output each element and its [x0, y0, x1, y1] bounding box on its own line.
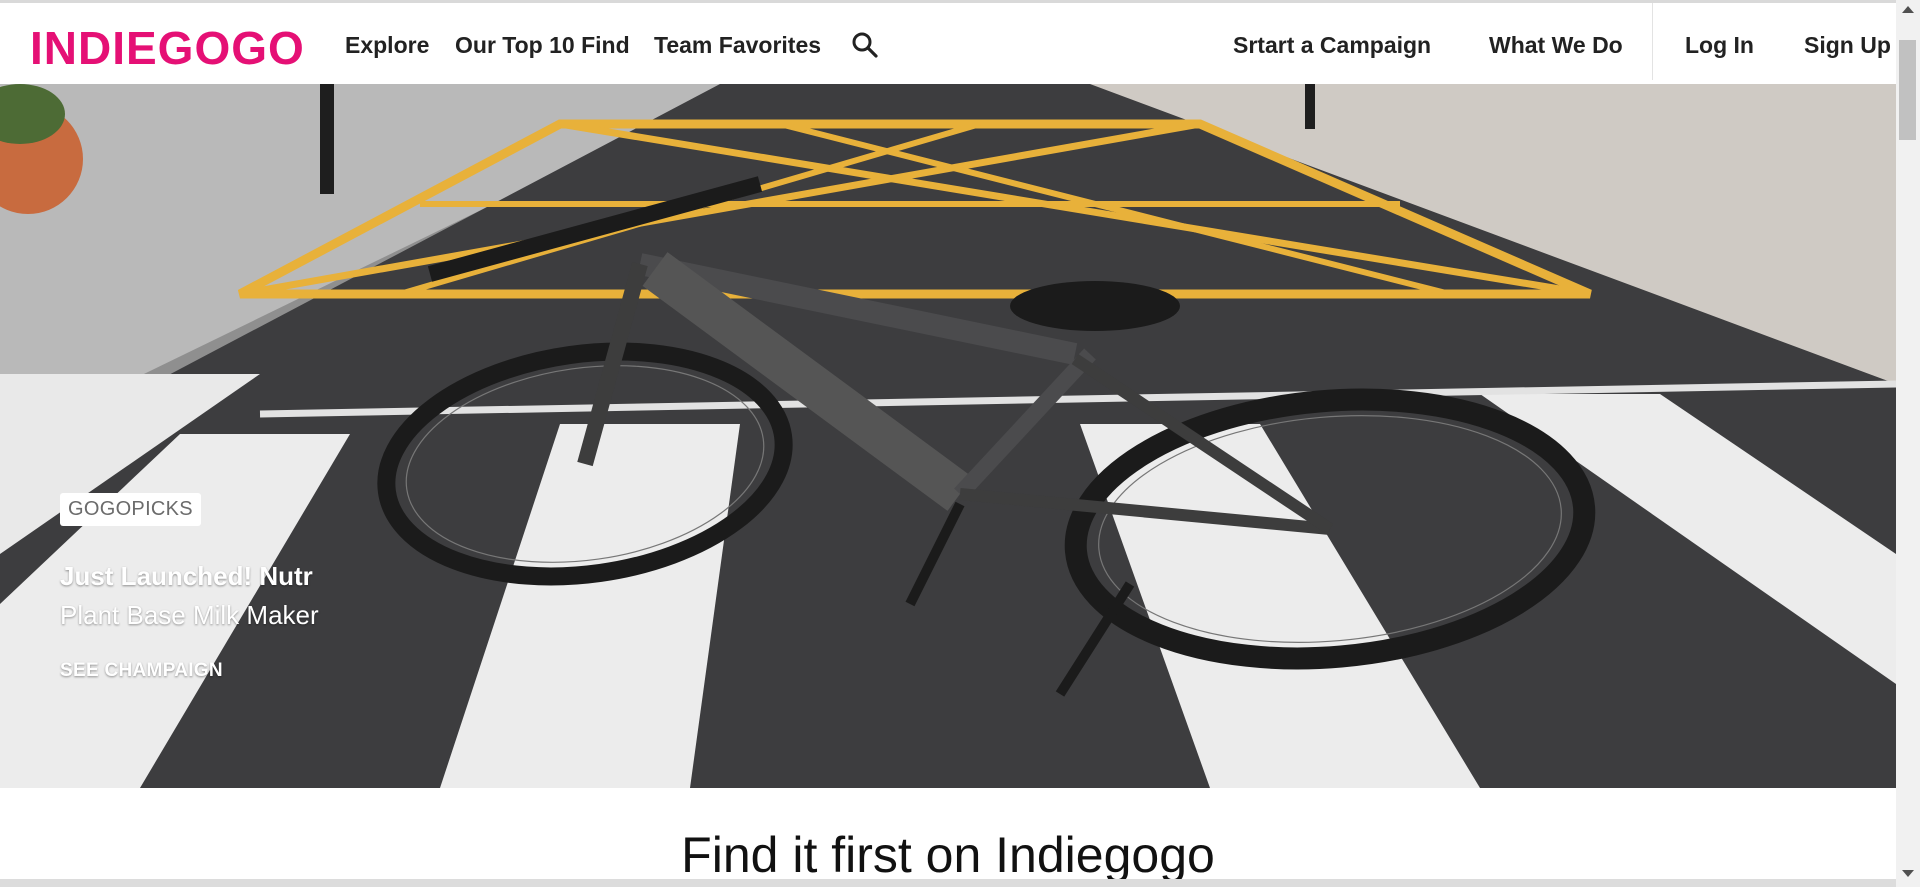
nav-sign-up[interactable]: Sign Up: [1804, 32, 1891, 59]
nav-explore[interactable]: Explore: [345, 32, 429, 59]
section-heading: Find it first on Indiegogo: [681, 827, 1215, 883]
gogopicks-badge: GOGOPICKS: [60, 493, 201, 526]
scroll-down-arrow-icon[interactable]: [1902, 870, 1914, 877]
see-campaign-link[interactable]: SEE CHAMPAIGN: [60, 660, 223, 682]
search-icon[interactable]: [851, 31, 879, 59]
hero-subtitle: Plant Base Milk Maker: [60, 600, 319, 630]
nav-log-in[interactable]: Log In: [1685, 32, 1754, 59]
site-header: INDIEGOGO Explore Our Top 10 Find Team F…: [0, 3, 1896, 85]
nav-start-campaign[interactable]: Srtart a Campaign: [1233, 32, 1431, 59]
nav-what-we-do[interactable]: What We Do: [1489, 32, 1623, 59]
hero-banner[interactable]: GOGOPICKS Just Launched! Nutr Plant Base…: [0, 84, 1896, 788]
scroll-up-arrow-icon[interactable]: [1902, 6, 1914, 13]
hero-image: [0, 84, 1896, 788]
nav-top10[interactable]: Our Top 10 Find: [455, 32, 630, 59]
scrollbar-thumb[interactable]: [1899, 40, 1916, 140]
hero-title: Just Launched! Nutr: [60, 561, 313, 591]
indiegogo-logo[interactable]: INDIEGOGO: [30, 21, 305, 75]
nav-divider: [1652, 3, 1653, 80]
nav-team-favorites[interactable]: Team Favorites: [654, 32, 821, 59]
horizontal-scrollbar[interactable]: [0, 879, 1896, 887]
